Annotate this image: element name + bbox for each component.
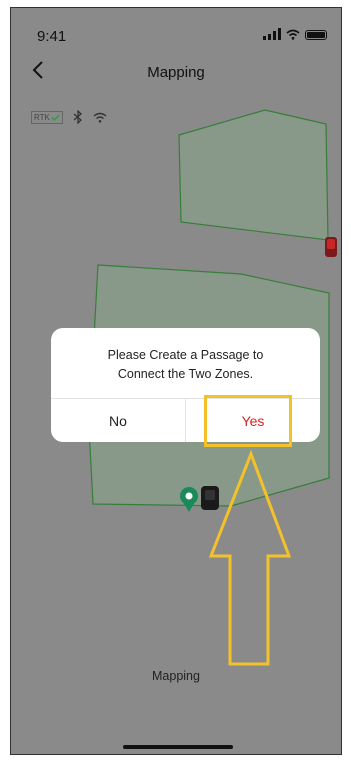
mower-icon-red [325, 237, 337, 257]
device-indicators: RTK [31, 110, 107, 124]
battery-icon [305, 30, 327, 40]
rtk-label: RTK [34, 112, 50, 122]
footer-label: Mapping [152, 669, 200, 683]
yes-highlight-box [204, 395, 292, 447]
dialog-message-line1: Please Create a Passage to [107, 348, 264, 362]
zone-1 [178, 109, 329, 241]
status-icons [263, 28, 327, 40]
wifi-icon [286, 29, 300, 40]
no-button[interactable]: No [51, 399, 185, 442]
home-indicator[interactable] [123, 745, 233, 749]
bluetooth-icon [73, 110, 82, 124]
wifi-status-icon [93, 112, 107, 123]
location-pin-icon [180, 487, 198, 512]
rtk-badge: RTK [31, 110, 63, 124]
phone-frame: 9:41 Mapping RTK Please Create a Passage… [0, 0, 351, 762]
dialog-message-line2: Connect the Two Zones. [117, 367, 254, 381]
status-time: 9:41 [37, 28, 67, 45]
signal-icon [263, 28, 281, 40]
page-title: Mapping [147, 64, 205, 81]
rtk-check-icon [51, 113, 60, 121]
mower-icon [201, 486, 219, 510]
dialog-message: Please Create a Passage to Connect the T… [61, 346, 310, 384]
app-screen: 9:41 Mapping RTK Please Create a Passage… [10, 7, 342, 755]
